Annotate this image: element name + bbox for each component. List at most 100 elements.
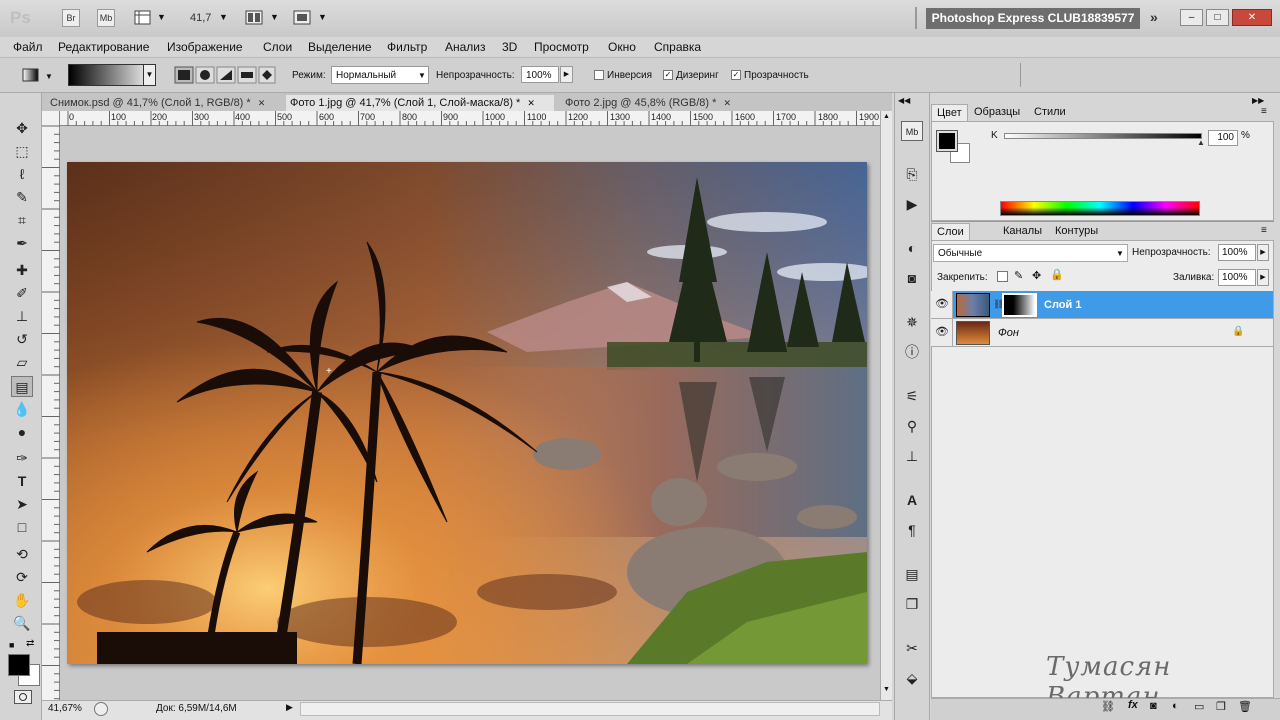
tab-foto-2[interactable]: Фото 2.jpg @ 45,8% (RGB/8) * ✕ xyxy=(561,95,747,111)
status-info-icon[interactable] xyxy=(94,702,108,716)
menu-filter[interactable]: Фильтр xyxy=(387,40,427,54)
close-tab-icon[interactable]: ✕ xyxy=(723,98,731,108)
history-panel-icon[interactable]: ⎘ xyxy=(901,164,923,184)
navigator-panel-icon[interactable]: ✵ xyxy=(901,312,923,332)
chevron-down-icon[interactable]: ▼ xyxy=(270,12,279,22)
inverse-checkbox[interactable] xyxy=(594,70,604,80)
link-layers-icon[interactable]: ⛓ xyxy=(1101,700,1115,713)
opacity-input[interactable]: 100% xyxy=(521,66,559,83)
layer-name[interactable]: Фон xyxy=(998,327,1019,339)
minibridge-button[interactable]: Mb xyxy=(97,9,115,27)
3d-panel-icon[interactable]: ⬙ xyxy=(901,668,923,688)
fill-input[interactable]: 100% xyxy=(1218,269,1256,286)
k-value-input[interactable]: 100 xyxy=(1208,130,1238,146)
lock-transparent-icon[interactable] xyxy=(997,271,1008,282)
character-panel-icon[interactable]: A xyxy=(901,490,923,510)
hand-tool-icon[interactable]: ✋ xyxy=(11,590,33,611)
reflected-gradient-icon[interactable] xyxy=(237,66,257,84)
minimize-button[interactable]: – xyxy=(1180,9,1203,26)
add-mask-icon[interactable]: ◙ xyxy=(1150,700,1157,712)
menu-view[interactable]: Просмотр xyxy=(534,40,589,54)
eraser-tool-icon[interactable]: ▱ xyxy=(11,352,33,373)
diamond-gradient-icon[interactable] xyxy=(258,66,276,84)
marquee-tool-icon[interactable]: ⬚ xyxy=(11,141,33,162)
menu-3d[interactable]: 3D xyxy=(502,40,517,54)
chevron-down-icon[interactable]: ▼ xyxy=(45,72,53,81)
opacity-slider-button[interactable]: ▶ xyxy=(560,66,573,83)
brush-presets-panel-icon[interactable]: ⚟ xyxy=(901,386,923,406)
adjustments-panel-icon[interactable]: ◐ xyxy=(901,238,923,258)
collapse-dock-icon[interactable]: ◀◀ xyxy=(898,96,910,105)
menu-file[interactable]: Файл xyxy=(13,40,43,54)
default-colors-icon[interactable]: ■ xyxy=(9,640,14,650)
horizontal-scrollbar[interactable] xyxy=(300,702,880,716)
dodge-tool-icon[interactable]: ● xyxy=(11,422,33,443)
tab-layers[interactable]: Слои xyxy=(931,223,970,240)
more-workspaces-icon[interactable]: » xyxy=(1150,9,1158,25)
gradient-dropdown-icon[interactable]: ▼ xyxy=(143,65,155,85)
k-slider-thumb[interactable]: ▲ xyxy=(1197,138,1205,147)
menu-help[interactable]: Справка xyxy=(654,40,701,54)
foreground-color-swatch[interactable] xyxy=(8,654,30,676)
status-zoom[interactable]: 41,67% xyxy=(48,703,82,714)
collapse-panels-icon[interactable]: ▶▶ xyxy=(1252,96,1264,105)
maximize-button[interactable]: □ xyxy=(1206,9,1229,26)
quick-mask-icon[interactable] xyxy=(14,690,32,704)
info-panel-icon[interactable]: ⓘ xyxy=(901,342,923,362)
bridge-button[interactable]: Br xyxy=(62,9,80,27)
layer-style-icon[interactable]: fx xyxy=(1128,699,1138,711)
layer-opacity-input[interactable]: 100% xyxy=(1218,244,1256,261)
tab-snimok[interactable]: Снимок.psd @ 41,7% (Слой 1, RGB/8) * ✕ xyxy=(46,95,276,111)
adjustment-layer-icon[interactable]: ◐ xyxy=(1172,700,1179,712)
menu-select[interactable]: Выделение xyxy=(308,40,372,54)
tab-foto-1[interactable]: Фото 1.jpg @ 41,7% (Слой 1, Слой-маска/8… xyxy=(286,95,554,111)
tool-preset-picker[interactable] xyxy=(22,67,40,83)
menu-window[interactable]: Окно xyxy=(608,40,636,54)
history-brush-tool-icon[interactable]: ↺ xyxy=(11,329,33,350)
mini-bridge-panel-icon[interactable]: Mb xyxy=(901,121,923,141)
paragraph-panel-icon[interactable]: ¶ xyxy=(901,520,923,540)
layer-name[interactable]: Слой 1 xyxy=(1044,299,1081,311)
crop-tool-icon[interactable]: ⌗ xyxy=(11,210,33,231)
lock-position-icon[interactable]: ✥ xyxy=(1032,269,1041,282)
radial-gradient-icon[interactable] xyxy=(195,66,215,84)
panel-menu-icon[interactable]: ≡ xyxy=(1261,225,1267,236)
visibility-toggle[interactable]: 👁 xyxy=(931,291,953,318)
menu-layer[interactable]: Слои xyxy=(263,40,292,54)
visibility-toggle[interactable]: 👁 xyxy=(931,319,953,346)
notes-panel-icon[interactable]: ▤ xyxy=(901,564,923,584)
panel-menu-icon[interactable]: ≡ xyxy=(1261,106,1267,117)
linear-gradient-icon[interactable] xyxy=(174,66,194,84)
chevron-down-icon[interactable]: ▼ xyxy=(157,12,166,22)
fill-slider-button[interactable]: ▶ xyxy=(1257,269,1269,286)
workspace-switcher[interactable]: Photoshop Express CLUB18839577 xyxy=(926,8,1140,29)
move-tool-icon[interactable]: ✥ xyxy=(11,118,33,139)
clone-source-panel-icon[interactable]: ⊥ xyxy=(901,446,923,466)
rectangle-tool-icon[interactable]: □ xyxy=(11,517,33,538)
close-tab-icon[interactable]: ✕ xyxy=(258,98,266,108)
lock-all-icon[interactable]: 🔒 xyxy=(1050,268,1064,281)
new-group-icon[interactable]: ▭ xyxy=(1194,700,1204,713)
layer-mask-thumbnail[interactable] xyxy=(1002,293,1037,317)
menu-image[interactable]: Изображение xyxy=(167,40,243,54)
close-tab-icon[interactable]: ✕ xyxy=(527,98,535,108)
k-slider-track[interactable] xyxy=(1004,133,1202,139)
actions-panel-icon[interactable]: ▶ xyxy=(901,194,923,214)
tab-color[interactable]: Цвет xyxy=(931,104,968,121)
zoom-level[interactable]: 41,7 xyxy=(190,12,211,24)
tab-styles[interactable]: Стили xyxy=(1029,104,1071,121)
document-image[interactable] xyxy=(67,162,867,664)
zoom-tool-icon[interactable]: 🔍 xyxy=(11,613,33,634)
vertical-scrollbar[interactable]: ▲ ▼ xyxy=(880,111,892,701)
brush-panel-icon[interactable]: ⚲ xyxy=(901,416,923,436)
healing-brush-tool-icon[interactable]: ✚ xyxy=(11,260,33,281)
3d-orbit-tool-icon[interactable]: ⟳ xyxy=(11,567,33,588)
close-button[interactable]: ✕ xyxy=(1232,9,1272,26)
3d-rotate-tool-icon[interactable]: ⟲ xyxy=(11,544,33,565)
dither-checkbox[interactable]: ✓ xyxy=(663,70,673,80)
tab-paths[interactable]: Контуры xyxy=(1050,223,1103,240)
delete-layer-icon[interactable]: 🗑 xyxy=(1238,700,1252,713)
clone-stamp-tool-icon[interactable]: ⊥ xyxy=(11,306,33,327)
lock-image-icon[interactable]: ✎ xyxy=(1014,269,1023,282)
new-layer-icon[interactable]: ❐ xyxy=(1216,700,1226,713)
